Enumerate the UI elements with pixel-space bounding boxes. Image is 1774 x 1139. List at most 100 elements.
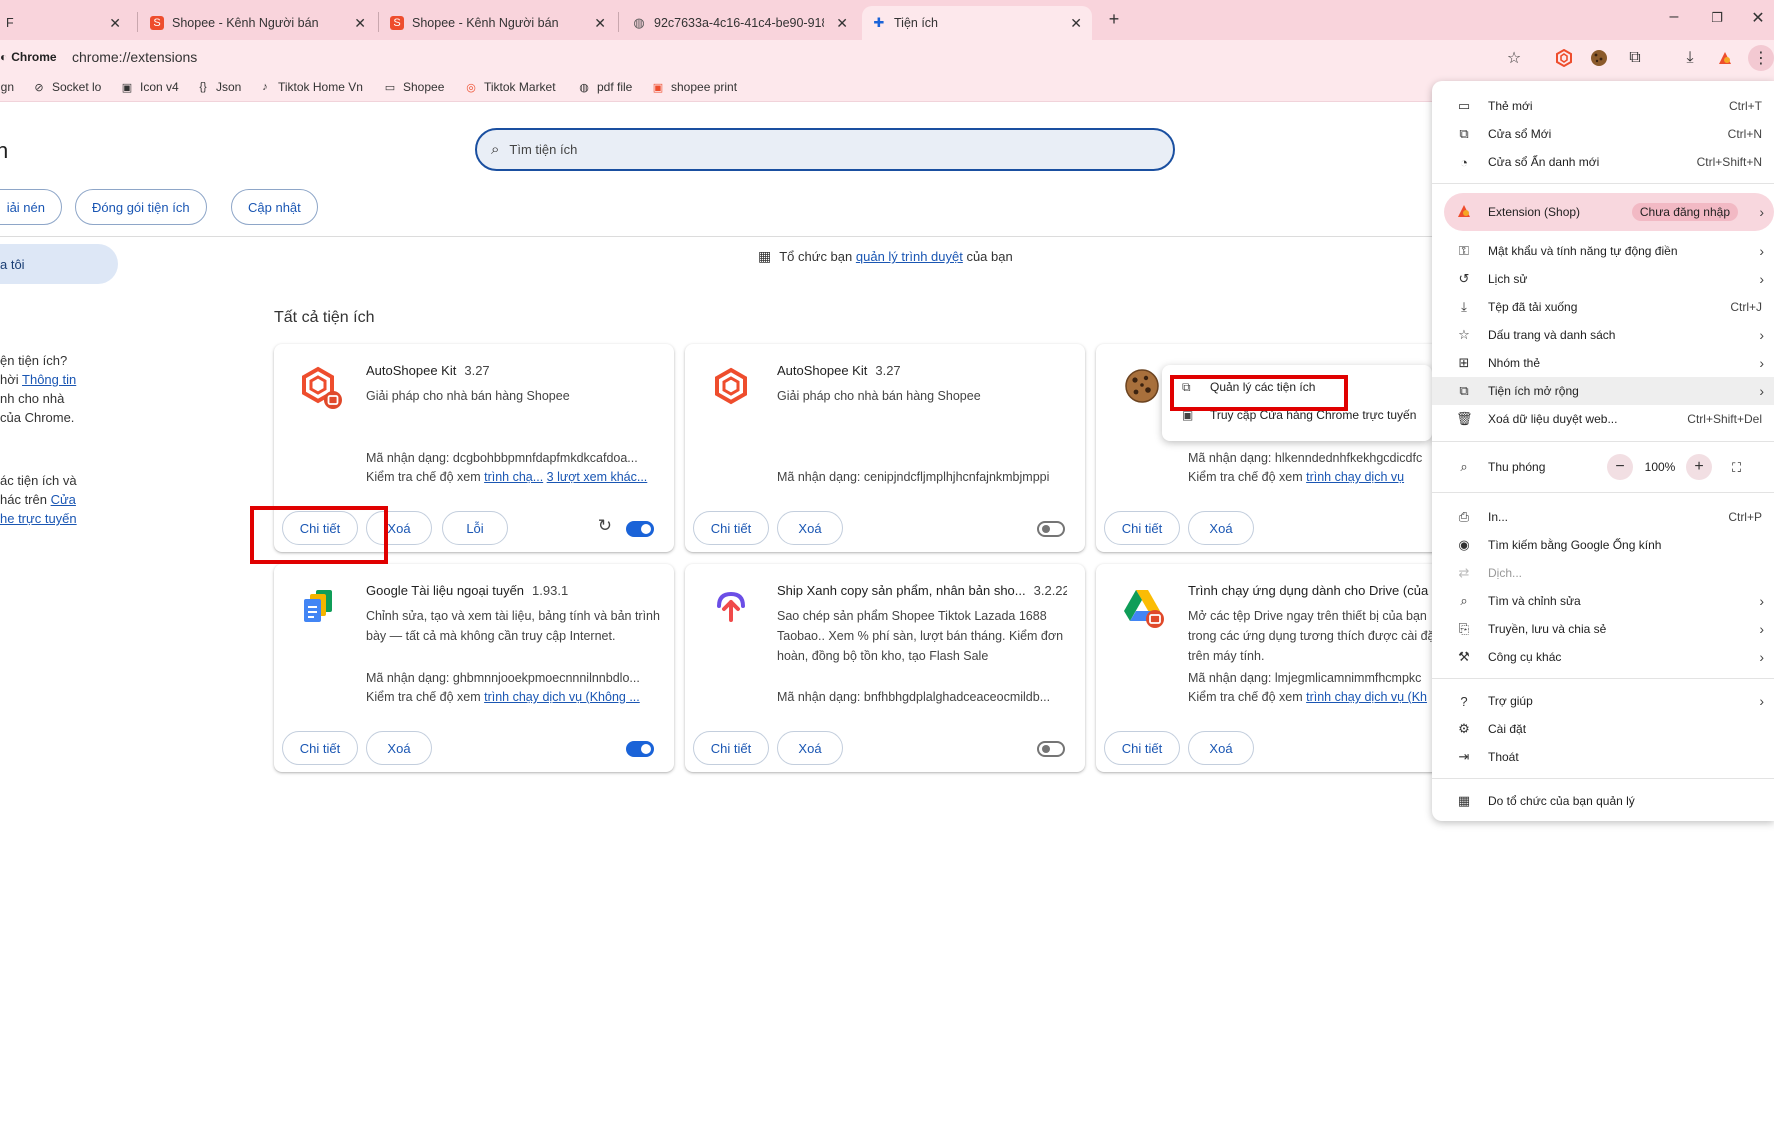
bookmark-item[interactable]: ◍ pdf file [577,80,632,94]
bookmark-item[interactable]: ▣ Icon v4 [120,80,179,94]
close-icon[interactable]: ✕ [836,15,848,32]
key-icon: ⚿ [1459,243,1469,258]
tab-1[interactable]: F ✕ [0,6,131,40]
star-icon[interactable]: ☆ [1503,47,1525,69]
chevron-right-icon: › [1759,243,1764,259]
menu-item-print[interactable]: ⎙ In... Ctrl+P [1432,503,1774,531]
bookmark-item[interactable]: {} Json [196,80,241,94]
menu-item-bookmarks[interactable]: ☆ Dấu trang và danh sách › [1432,321,1774,349]
gear-icon: ⚙ [1458,721,1470,736]
menu-item-clear-data[interactable]: 🗑 Xoá dữ liệu duyệt web... Ctrl+Shift+Del [1432,405,1774,433]
menu-item-incognito[interactable]: ◔ Cửa sổ Ẩn danh mới Ctrl+Shift+N [1432,148,1774,176]
download-icon: ⤓ [1461,299,1467,314]
bookmark-item[interactable]: ▣ shopee print [651,80,737,94]
remove-button[interactable]: Xoá [777,731,843,765]
tab-2[interactable]: S Shopee - Kênh Người bán ✕ [140,6,376,40]
menu-item-exit[interactable]: ⇥ Thoát [1432,743,1774,771]
reload-icon[interactable]: ↻ [598,516,612,536]
tab-4[interactable]: ◍ 92c7633a-4c16-41c4-be90-918 ✕ [622,6,858,40]
bookmark-item[interactable]: ♪ Tiktok Home Vn [258,80,363,94]
menu-item-downloads[interactable]: ⤓ Tệp đã tải xuống Ctrl+J [1432,293,1774,321]
bookmark-item[interactable]: ◎ Tiktok Market [464,80,555,94]
close-icon[interactable]: ✕ [109,15,121,32]
close-icon[interactable]: ✕ [594,15,606,32]
menu-item-history[interactable]: ↺ Lịch sử › [1432,265,1774,293]
minimize-icon[interactable]: – [1664,8,1684,26]
info-link[interactable]: Thông tin [22,372,76,387]
errors-button[interactable]: Lỗi [442,511,508,545]
enable-toggle[interactable] [626,521,654,537]
load-unpacked-button[interactable]: iải nén [0,189,62,225]
remove-button[interactable]: Xoá [366,731,432,765]
menu-item-managed[interactable]: ▦ Do tổ chức của bạn quản lý [1432,787,1774,815]
bookmark-item[interactable]: ⊘ Socket lo [32,80,101,94]
highlight-box-manage [1170,375,1348,411]
json-icon: {} [199,81,207,93]
details-button[interactable]: Chi tiết [1104,731,1180,765]
extension-version: 3.27 [875,363,901,378]
autoshopee-extension-icon[interactable] [1553,47,1575,69]
menu-item-lens[interactable]: ◉ Tìm kiếm bằng Google Ống kính [1432,531,1774,559]
extensions-puzzle-icon[interactable]: ⧉ [1624,47,1646,69]
menu-item-settings[interactable]: ⚙ Cài đặt [1432,715,1774,743]
update-button[interactable]: Cập nhật [231,189,318,225]
site-chip[interactable]: ◐ Chrome [0,47,57,67]
bookmark-item[interactable]: ▭ Shopee [383,80,445,94]
details-button[interactable]: Chi tiết [693,511,769,545]
close-icon[interactable]: ✕ [1070,15,1082,32]
extension-description: Giải pháp cho nhà bán hàng Shopee [777,389,981,403]
zoom-icon: ⌕ [1460,459,1468,474]
tab-strip: F ✕ S Shopee - Kênh Người bán ✕ S Shopee… [0,0,1774,40]
menu-item-tab-groups[interactable]: ⊞ Nhóm thẻ › [1432,349,1774,377]
store-link[interactable]: he trực tuyến [0,511,77,526]
profile-avatar-icon[interactable] [1714,47,1736,69]
restore-icon[interactable]: ❐ [1707,10,1727,26]
menu-item-help[interactable]: ? Trợ giúp › [1432,687,1774,715]
details-button[interactable]: Chi tiết [282,731,358,765]
tab-3[interactable]: S Shopee - Kênh Người bán ✕ [380,6,616,40]
tab-extensions-active[interactable]: ✚ Tiện ích ✕ [862,6,1092,40]
service-worker-link[interactable]: trình chạ... [484,470,543,484]
remove-button[interactable]: Xoá [777,511,843,545]
chevron-right-icon: › [1759,593,1764,609]
sidebar-item-my-extensions[interactable]: a tôi [0,244,118,284]
chevron-right-icon: › [1759,621,1764,637]
service-worker-link[interactable]: trình chạy dịch vụ (Không ... [484,690,640,704]
service-worker-link[interactable]: trình chạy dịch vụ [1306,470,1404,484]
zoom-in-button[interactable]: + [1686,454,1712,480]
details-button[interactable]: Chi tiết [1104,511,1180,545]
service-worker-link[interactable]: trình chạy dịch vụ (Kh [1306,690,1427,704]
menu-item-new-tab[interactable]: ▭ Thẻ mới Ctrl+T [1432,92,1774,120]
chevron-right-icon: › [1759,355,1764,371]
managed-link[interactable]: quản lý trình duyệt [856,249,963,264]
menu-item-find-edit[interactable]: ⌕ Tìm và chỉnh sửa › [1432,587,1774,615]
kebab-menu-icon[interactable]: ⋮ [1748,45,1774,71]
menu-item-extensions[interactable]: ⧉ Tiện ích mở rộng › [1432,377,1774,405]
address-bar[interactable]: chrome://extensions [72,49,197,65]
close-icon[interactable]: ✕ [354,15,366,32]
details-button[interactable]: Chi tiết [693,731,769,765]
bookmark-item[interactable]: ign [0,80,14,94]
menu-item-new-window[interactable]: ⧉ Cửa sổ Mới Ctrl+N [1432,120,1774,148]
zoom-out-button[interactable]: − [1607,454,1633,480]
new-tab-plus-icon[interactable]: + [1104,9,1124,30]
menu-item-cast-save-share[interactable]: ⎘ Truyền, lưu và chia sẻ › [1432,615,1774,643]
remove-button[interactable]: Xoá [1188,731,1254,765]
cookie-extension-icon[interactable] [1588,47,1610,69]
chevron-right-icon: › [1759,271,1764,287]
pack-extension-button[interactable]: Đóng gói tiện ích [75,189,207,225]
more-views-link[interactable]: 3 lượt xem khác... [547,470,648,484]
enable-toggle[interactable] [1037,741,1065,757]
search-input[interactable]: ⌕ Tìm tiện ích [475,128,1175,171]
menu-item-more-tools[interactable]: ⚒ Công cụ khác › [1432,643,1774,671]
window-close-icon[interactable]: ✕ [1748,8,1768,28]
download-icon[interactable]: ⤓ [1679,47,1701,69]
enable-toggle[interactable] [626,741,654,757]
star-icon: ☆ [1458,327,1470,342]
store-link[interactable]: Cửa [51,492,76,507]
remove-button[interactable]: Xoá [1188,511,1254,545]
menu-item-profile[interactable]: Extension (Shop) Chưa đăng nhập › [1432,198,1774,226]
enable-toggle[interactable] [1037,521,1065,537]
menu-item-passwords[interactable]: ⚿ Mật khẩu và tính năng tự động điền › [1432,237,1774,265]
fullscreen-icon[interactable]: ⛶ [1732,460,1741,476]
